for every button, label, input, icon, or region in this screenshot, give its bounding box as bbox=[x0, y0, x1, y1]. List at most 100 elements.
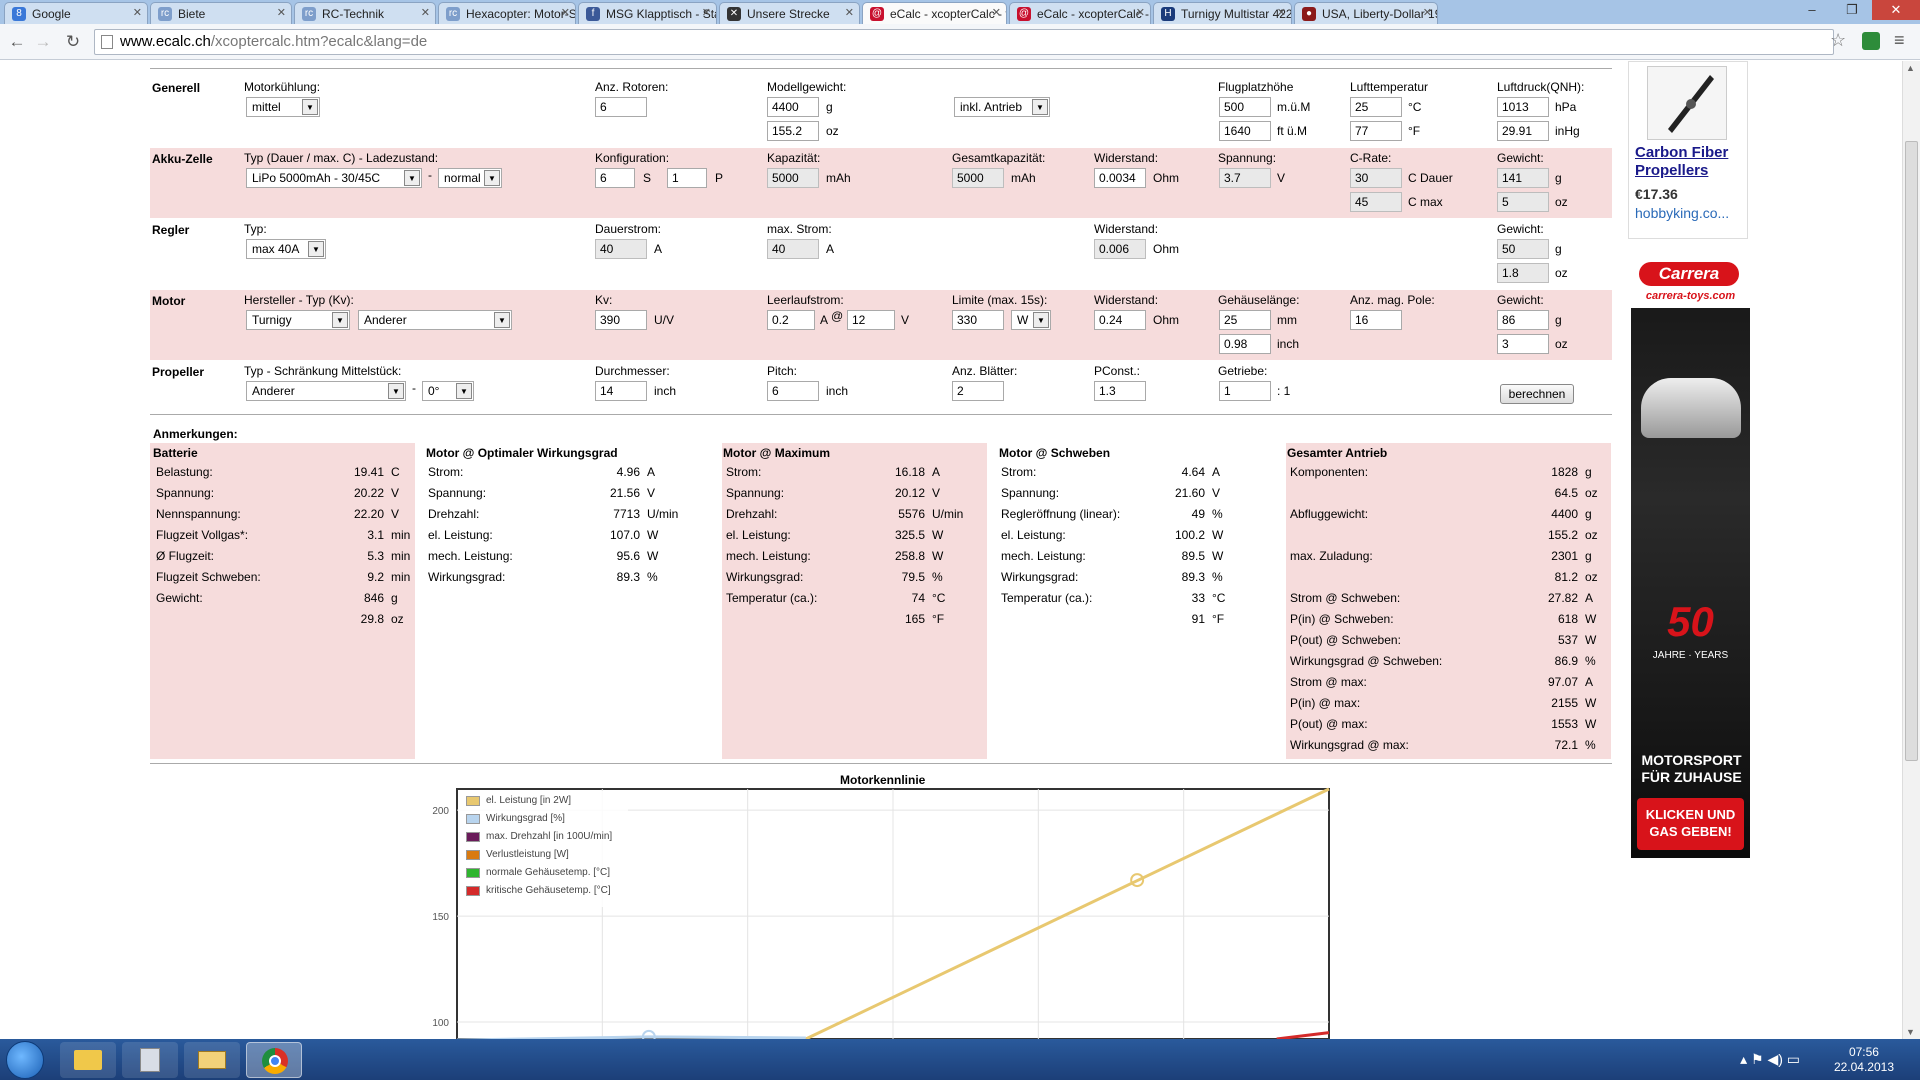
tab-favicon-icon: @ bbox=[870, 7, 884, 21]
page-content: Generell Motorkühlung: mittel ▼ Anz. Rotoren… bbox=[0, 61, 1902, 1039]
ad-hobbyking[interactable]: Carbon Fiber Propellers €17.36 hobbyking… bbox=[1628, 61, 1748, 239]
url-path: /xcoptercalc.htm?ecalc&lang=de bbox=[210, 33, 428, 50]
page-icon bbox=[101, 35, 113, 49]
slogan: MOTORSPORT FÜR ZUHAUSE bbox=[1641, 752, 1742, 785]
calculator-icon[interactable] bbox=[122, 1042, 178, 1078]
browser-tab[interactable]: @ eCalc - xcopterCalc - t ✕ bbox=[1009, 2, 1151, 24]
tab-close-icon[interactable]: ✕ bbox=[1136, 6, 1145, 19]
legend-label: kritische Gehäusetemp. [°C] bbox=[486, 885, 611, 896]
tab-favicon-icon: ● bbox=[1302, 7, 1316, 21]
mail-icon[interactable] bbox=[184, 1042, 240, 1078]
clock-date: 22.04.2013 bbox=[1833, 1060, 1894, 1074]
minimize-button[interactable]: – bbox=[1792, 0, 1832, 20]
clock-time: 07:56 bbox=[1848, 1045, 1879, 1059]
years-number: 50 bbox=[1667, 598, 1714, 645]
y-tick-label: 100 bbox=[432, 1018, 449, 1029]
legend-label: max. Drehzahl [in 100U/min] bbox=[486, 831, 613, 842]
car-image bbox=[1641, 378, 1741, 438]
browser-tab[interactable]: ● USA, Liberty-Dollar 19 ✕ bbox=[1294, 2, 1438, 24]
tab-favicon-icon: 8 bbox=[12, 7, 26, 21]
tab-close-icon[interactable]: ✕ bbox=[845, 6, 854, 19]
legend-item: kritische Gehäusetemp. [°C] bbox=[466, 885, 611, 896]
tab-close-icon[interactable]: ✕ bbox=[277, 6, 286, 19]
ad1-price: €17.36 bbox=[1635, 186, 1678, 202]
tab-label: MSG Klapptisch - Stam bbox=[606, 7, 716, 21]
tab-label: eCalc - xcopterCalc - t bbox=[1037, 7, 1151, 21]
browser-tab[interactable]: H Turnigy Multistar 4225 ✕ bbox=[1153, 2, 1292, 24]
legend-swatch bbox=[466, 868, 480, 878]
carrera-logo: Carrera bbox=[1639, 262, 1739, 286]
tab-favicon-icon: rc bbox=[302, 7, 316, 21]
forward-button[interactable]: → bbox=[32, 31, 54, 53]
legend-swatch bbox=[466, 850, 480, 860]
scrollbar[interactable]: ▲ ▼ bbox=[1902, 61, 1920, 1039]
tab-favicon-icon: rc bbox=[446, 7, 460, 21]
address-bar[interactable]: www.ecalc.ch/xcoptercalc.htm?ecalc&lang=… bbox=[94, 29, 1834, 55]
tab-label: Google bbox=[32, 7, 71, 21]
legend-item: normale Gehäusetemp. [°C] bbox=[466, 867, 610, 878]
tab-close-icon[interactable]: ✕ bbox=[421, 6, 430, 19]
back-button[interactable]: ← bbox=[6, 31, 28, 53]
legend-item: Wirkungsgrad [%] bbox=[466, 813, 565, 824]
legend-label: Verlustleistung [W] bbox=[486, 849, 569, 860]
tab-label: Biete bbox=[178, 7, 206, 21]
tab-favicon-icon: @ bbox=[1017, 7, 1031, 21]
browser-tab[interactable]: @ eCalc - xcopterCalc - t ✕ bbox=[862, 2, 1007, 24]
clock[interactable]: 07:56 22.04.2013 bbox=[1834, 1045, 1894, 1075]
tab-strip: 8 Google ✕ rc Biete ✕ rc RC-Technik ✕ rc Hexacopte… bbox=[0, 0, 1920, 24]
chrome-icon[interactable] bbox=[246, 1042, 302, 1078]
legend-swatch bbox=[466, 814, 480, 824]
tab-close-icon[interactable]: ✕ bbox=[133, 6, 142, 19]
browser-tab[interactable]: ✕ Unsere Strecke ✕ bbox=[719, 2, 860, 24]
legend-item: Verlustleistung [W] bbox=[466, 849, 569, 860]
extension-icon[interactable] bbox=[1862, 32, 1880, 50]
scroll-up-icon[interactable]: ▲ bbox=[1906, 63, 1915, 73]
carrera-url: carrera-toys.com bbox=[1645, 290, 1736, 302]
url-host: www.ecalc.ch bbox=[120, 33, 211, 50]
tab-close-icon[interactable]: ✕ bbox=[1277, 6, 1286, 19]
browser-tab[interactable]: rc Biete ✕ bbox=[150, 2, 292, 24]
scroll-thumb[interactable] bbox=[1905, 141, 1918, 761]
legend-swatch bbox=[466, 796, 480, 806]
tab-label: eCalc - xcopterCalc - t bbox=[890, 7, 1007, 21]
legend-swatch bbox=[466, 832, 480, 842]
tab-favicon-icon: f bbox=[586, 7, 600, 21]
chart-legend: el. Leistung [in 2W] Wirkungsgrad [%] max.… bbox=[458, 791, 628, 907]
bookmark-star-icon[interactable]: ☆ bbox=[1830, 30, 1846, 51]
legend-label: Wirkungsgrad [%] bbox=[486, 813, 565, 824]
tab-label: USA, Liberty-Dollar 19 bbox=[1322, 7, 1438, 21]
browser-toolbar: ← → ↻ www.ecalc.ch/xcoptercalc.htm?ecalc… bbox=[0, 24, 1920, 60]
browser-tab[interactable]: rc RC-Technik ✕ bbox=[294, 2, 436, 24]
close-window-button[interactable]: ✕ bbox=[1872, 0, 1920, 20]
explorer-icon[interactable] bbox=[60, 1042, 116, 1078]
propeller-image bbox=[1647, 66, 1727, 140]
maximize-button[interactable]: ❐ bbox=[1832, 0, 1872, 20]
legend-label: normale Gehäusetemp. [°C] bbox=[486, 867, 611, 878]
reload-button[interactable]: ↻ bbox=[62, 31, 84, 53]
system-tray[interactable]: ▴ ⚑ ◀) ▭ bbox=[1740, 1051, 1800, 1068]
legend-label: el. Leistung [in 2W] bbox=[486, 795, 572, 806]
tab-close-icon[interactable]: ✕ bbox=[561, 6, 570, 19]
years-label: JAHRE · YEARS bbox=[1652, 650, 1729, 661]
ad-carrera[interactable]: Carrera carrera-toys.com 50 JAHRE · YEAR… bbox=[1631, 258, 1750, 858]
y-tick-label: 150 bbox=[432, 912, 449, 923]
y-tick-label: 200 bbox=[432, 806, 449, 817]
chart-title: Motorkennlinie bbox=[840, 773, 926, 787]
browser-tab[interactable]: 8 Google ✕ bbox=[4, 2, 148, 24]
legend-swatch bbox=[466, 886, 480, 896]
tab-label: Unsere Strecke bbox=[747, 7, 830, 21]
tab-close-icon[interactable]: ✕ bbox=[1423, 6, 1432, 19]
tab-close-icon[interactable]: ✕ bbox=[992, 6, 1001, 19]
tab-favicon-icon: rc bbox=[158, 7, 172, 21]
browser-tab[interactable]: f MSG Klapptisch - Stam✕ bbox=[578, 2, 717, 24]
tab-close-icon[interactable]: ✕ bbox=[702, 6, 711, 19]
start-button[interactable] bbox=[6, 1041, 44, 1079]
tab-label: Hexacopter: Motor-Set bbox=[466, 7, 576, 21]
taskbar: ▴ ⚑ ◀) ▭ 07:56 22.04.2013 bbox=[0, 1039, 1920, 1080]
scroll-down-icon[interactable]: ▼ bbox=[1906, 1027, 1915, 1037]
ad1-title[interactable]: Carbon Fiber Propellers bbox=[1635, 144, 1747, 180]
menu-icon[interactable]: ≡ bbox=[1894, 30, 1905, 51]
ad1-link[interactable]: hobbyking.co... bbox=[1635, 205, 1729, 221]
cta-button[interactable]: KLICKEN UND GAS GEBEN! bbox=[1637, 798, 1744, 850]
browser-tab[interactable]: rc Hexacopter: Motor-Set ✕ bbox=[438, 2, 576, 24]
